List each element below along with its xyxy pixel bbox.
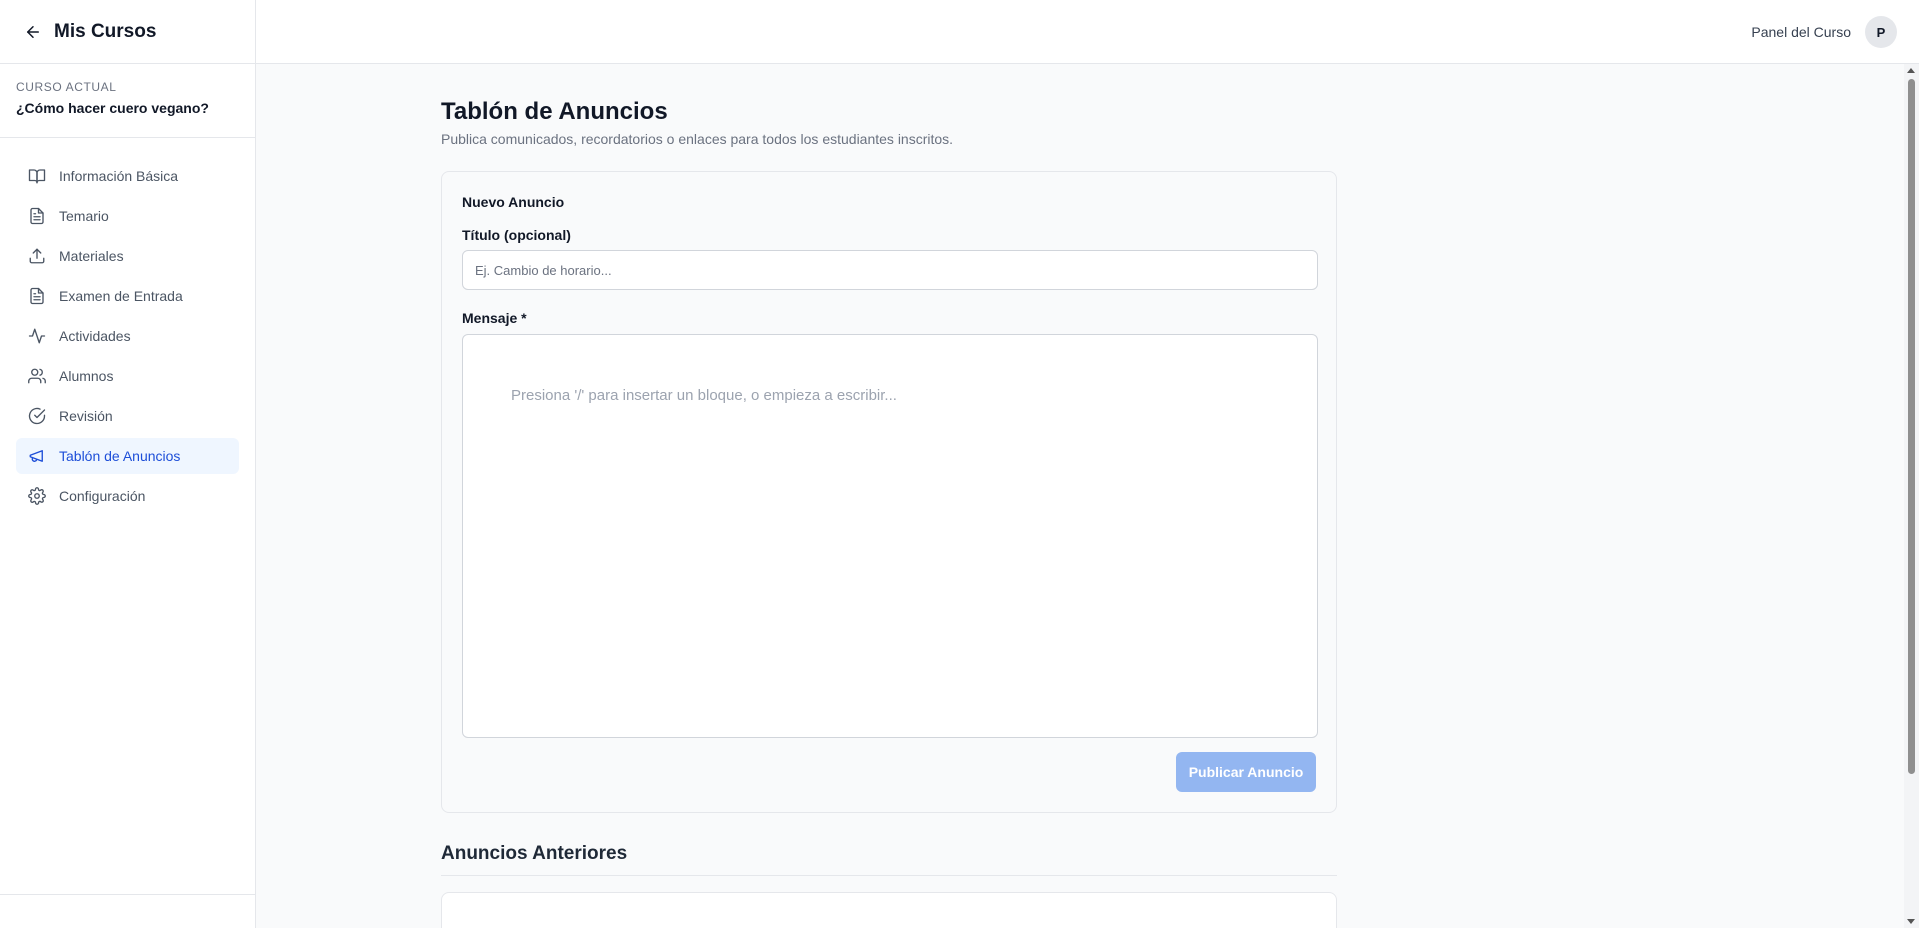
current-course-label: CURSO ACTUAL xyxy=(16,80,117,94)
sidebar-item-label: Tablón de Anuncios xyxy=(59,448,181,464)
sidebar-item-configuracion[interactable]: Configuración xyxy=(16,478,239,514)
avatar[interactable]: P xyxy=(1865,16,1897,48)
page-subtitle: Publica comunicados, recordatorios o enl… xyxy=(441,131,954,147)
sidebar-item-temario[interactable]: Temario xyxy=(16,198,239,234)
current-course: CURSO ACTUAL ¿Cómo hacer cuero vegano? xyxy=(0,64,255,138)
file-text-icon xyxy=(28,287,46,305)
page-title: Tablón de Anuncios xyxy=(441,98,668,125)
scrollbar[interactable] xyxy=(1904,64,1919,928)
sidebar-item-label: Información Básica xyxy=(59,168,179,184)
announcement-card xyxy=(441,892,1337,928)
title-input[interactable] xyxy=(462,250,1318,290)
sidebar-item-informacion-basica[interactable]: Información Básica xyxy=(16,158,239,194)
sidebar-item-materiales[interactable]: Materiales xyxy=(16,238,239,274)
sidebar-item-actividades[interactable]: Actividades xyxy=(16,318,239,354)
sidebar-item-label: Temario xyxy=(59,208,109,224)
panel-label: Panel del Curso xyxy=(1751,24,1851,40)
sidebar-item-tablon-de-anuncios[interactable]: Tablón de Anuncios xyxy=(16,438,239,474)
main-content: Tablón de Anuncios Publica comunicados, … xyxy=(256,64,1904,928)
sidebar-footer xyxy=(0,894,255,928)
back-label: Mis Cursos xyxy=(54,20,157,42)
sidebar-item-label: Examen de Entrada xyxy=(59,288,183,304)
sidebar-item-label: Alumnos xyxy=(59,368,114,384)
current-course-name: ¿Cómo hacer cuero vegano? xyxy=(16,100,209,116)
top-bar: Panel del Curso P xyxy=(256,0,1919,64)
sidebar-item-examen-de-entrada[interactable]: Examen de Entrada xyxy=(16,278,239,314)
message-label: Mensaje * xyxy=(462,310,527,326)
sidebar-item-revision[interactable]: Revisión xyxy=(16,398,239,434)
sidebar-item-label: Revisión xyxy=(59,408,113,424)
users-icon xyxy=(28,367,46,385)
back-to-courses-link[interactable]: Mis Cursos xyxy=(0,0,255,64)
sidebar: Mis Cursos CURSO ACTUAL ¿Cómo hacer cuer… xyxy=(0,0,256,928)
book-open-icon xyxy=(28,167,46,185)
scroll-thumb[interactable] xyxy=(1908,79,1915,774)
megaphone-icon xyxy=(28,447,46,465)
activity-icon xyxy=(28,327,46,345)
sidebar-item-label: Configuración xyxy=(59,488,146,504)
check-circle-icon xyxy=(28,407,46,425)
title-label: Título (opcional) xyxy=(462,227,571,243)
card-title: Nuevo Anuncio xyxy=(462,194,565,210)
upload-icon xyxy=(28,247,46,265)
sidebar-item-label: Materiales xyxy=(59,248,124,264)
file-text-icon xyxy=(28,207,46,225)
previous-announcements-title: Anuncios Anteriores xyxy=(441,843,1337,876)
content-area: Tablón de Anuncios Publica comunicados, … xyxy=(441,98,1337,928)
scroll-up-icon[interactable] xyxy=(1907,68,1915,73)
publish-button[interactable]: Publicar Anuncio xyxy=(1176,752,1316,792)
sidebar-item-alumnos[interactable]: Alumnos xyxy=(16,358,239,394)
new-announcement-card: Nuevo Anuncio Título (opcional) Mensaje … xyxy=(441,171,1337,813)
editor-placeholder: Presiona '/' para insertar un bloque, o … xyxy=(511,387,897,404)
arrow-left-icon xyxy=(24,23,42,41)
sidebar-item-label: Actividades xyxy=(59,328,131,344)
gear-icon xyxy=(28,487,46,505)
message-editor[interactable]: Presiona '/' para insertar un bloque, o … xyxy=(462,334,1318,738)
scroll-down-icon[interactable] xyxy=(1907,919,1915,924)
top-bar-right: Panel del Curso P xyxy=(1751,16,1897,48)
sidebar-nav: Información Básica Temario Materiales Ex… xyxy=(0,138,255,538)
